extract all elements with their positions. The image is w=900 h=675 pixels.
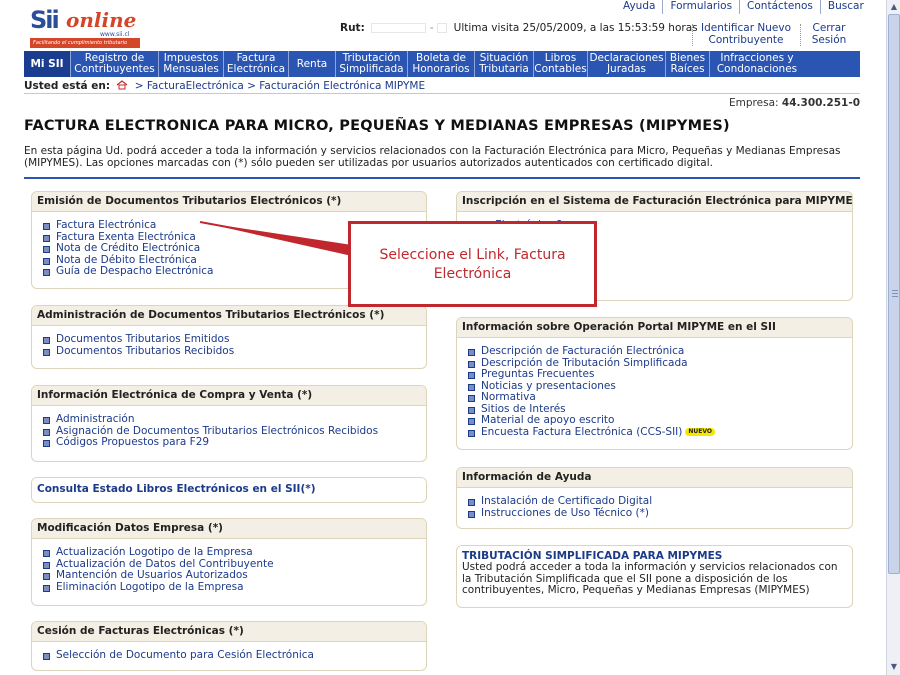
instruction-callout: Seleccione el Link, Factura Electrónica bbox=[348, 221, 597, 307]
empresa-info: Empresa: 44.300.251-0 bbox=[729, 97, 860, 109]
panel-title: Modificación Datos Empresa (*) bbox=[32, 519, 426, 539]
logo-brand2: online bbox=[66, 8, 137, 32]
link-descripcion-facturacion[interactable]: Descripción de Facturación Electrónica bbox=[468, 345, 852, 358]
link-instalacion-certificado[interactable]: Instalación de Certificado Digital bbox=[468, 495, 852, 508]
breadcrumb-label: Usted está en: bbox=[24, 80, 111, 92]
panel-title: Administración de Documentos Tributarios… bbox=[32, 306, 426, 326]
link-administracion[interactable]: Administración bbox=[43, 413, 426, 426]
panel-operacion: Información sobre Operación Portal MIPYM… bbox=[456, 317, 853, 450]
panel-administracion: Administración de Documentos Tributarios… bbox=[31, 305, 427, 369]
divider bbox=[800, 24, 801, 46]
panel-ayuda: Información de Ayuda Instalación de Cert… bbox=[456, 467, 853, 529]
divider bbox=[692, 24, 693, 46]
logo-url: www.sii.cl bbox=[100, 31, 130, 38]
nav-impuestos[interactable]: Impuestos Mensuales bbox=[158, 51, 223, 77]
top-links: Ayuda Formularios Contáctenos Buscar bbox=[616, 0, 871, 14]
link-normativa[interactable]: Normativa bbox=[468, 391, 852, 404]
link-documentos-emitidos[interactable]: Documentos Tributarios Emitidos bbox=[43, 333, 426, 346]
empresa-label: Empresa: bbox=[729, 97, 779, 109]
home-icon[interactable] bbox=[116, 80, 128, 90]
top-link-contactenos[interactable]: Contáctenos bbox=[739, 0, 820, 14]
page: Sii online www.sii.cl Facilitando el cum… bbox=[0, 0, 900, 675]
sii-online-logo[interactable]: Sii online www.sii.cl Facilitando el cum… bbox=[30, 6, 140, 48]
scroll-down-icon[interactable]: ▼ bbox=[888, 661, 900, 673]
nav-situacion-tributaria[interactable]: Situación Tributaria bbox=[474, 51, 533, 77]
link-encuesta-label[interactable]: Encuesta Factura Electrónica (CCS-SII) bbox=[481, 426, 682, 438]
nav-tributacion-simplificada[interactable]: Tributación Simplificada bbox=[335, 51, 407, 77]
link-instrucciones-uso[interactable]: Instrucciones de Uso Técnico (*) bbox=[468, 507, 852, 520]
rut-dv-redacted bbox=[436, 23, 447, 33]
page-title: FACTURA ELECTRONICA PARA MICRO, PEQUEÑAS… bbox=[24, 118, 730, 134]
link-encuesta[interactable]: Encuesta Factura Electrónica (CCS-SII) NU… bbox=[468, 426, 852, 439]
tributacion-simplificada-text: Usted podrá acceder a toda la informació… bbox=[462, 561, 838, 596]
breadcrumb-path[interactable]: > FacturaElectrónica > Facturación Elect… bbox=[135, 80, 425, 92]
panel-title: Cesión de Facturas Electrónicas (*) bbox=[32, 622, 426, 642]
scrollbar-thumb[interactable] bbox=[888, 14, 900, 574]
link-mantencion-usuarios[interactable]: Mantención de Usuarios Autorizados bbox=[43, 569, 426, 582]
breadcrumb: Usted está en: > FacturaElectrónica > Fa… bbox=[24, 80, 860, 94]
identify-taxpayer-link[interactable]: Identificar Nuevo Contribuyente bbox=[696, 22, 796, 46]
nav-boleta-honorarios[interactable]: Boleta de Honorarios bbox=[407, 51, 474, 77]
nav-infracciones[interactable]: Infracciones y Condonaciones bbox=[709, 51, 804, 77]
link-noticias[interactable]: Noticias y presentaciones bbox=[468, 380, 852, 393]
logout-link[interactable]: Cerrar Sesión bbox=[806, 22, 852, 46]
new-badge: NUEVO bbox=[685, 427, 716, 436]
panel-title: Información de Ayuda bbox=[457, 468, 852, 488]
top-link-buscar[interactable]: Buscar bbox=[819, 0, 871, 14]
link-consulta-libros[interactable]: Consulta Estado Libros Electrónicos en e… bbox=[32, 478, 426, 498]
page-intro: En esta página Ud. podrá acceder a toda … bbox=[24, 145, 841, 169]
panel-libros: Consulta Estado Libros Electrónicos en e… bbox=[31, 477, 427, 503]
panel-modificacion: Modificación Datos Empresa (*) Actualiza… bbox=[31, 518, 427, 606]
nav-renta[interactable]: Renta bbox=[288, 51, 335, 77]
nav-factura-electronica[interactable]: Factura Electrónica bbox=[223, 51, 288, 77]
grip-icon bbox=[892, 296, 898, 297]
link-eliminacion-logotipo[interactable]: Eliminación Logotipo de la Empresa bbox=[43, 581, 426, 594]
panel-title: Información sobre Operación Portal MIPYM… bbox=[457, 318, 852, 338]
link-documentos-recibidos[interactable]: Documentos Tributarios Recibidos bbox=[43, 345, 426, 358]
panel-cesion: Cesión de Facturas Electrónicas (*) Sele… bbox=[31, 621, 427, 671]
user-info: Rut: - Ultima visita 25/05/2009, a las 1… bbox=[340, 22, 698, 34]
link-actualizacion-logotipo[interactable]: Actualización Logotipo de la Empresa bbox=[43, 546, 426, 559]
panel-tributacion-simplificada: TRIBUTACIÓN SIMPLIFICADA PARA MIPYMES Us… bbox=[456, 545, 853, 608]
nav-mi-sii[interactable]: Mi SII bbox=[24, 51, 70, 77]
rut-value-redacted bbox=[371, 23, 427, 33]
top-link-formularios[interactable]: Formularios bbox=[662, 0, 739, 14]
vertical-scrollbar[interactable]: ▲ ▼ bbox=[886, 0, 900, 675]
panel-compra-venta: Información Electrónica de Compra y Vent… bbox=[31, 385, 427, 462]
logo-tagline: Facilitando el cumplimiento tributario bbox=[30, 38, 140, 48]
link-preguntas-frecuentes[interactable]: Preguntas Frecuentes bbox=[468, 368, 852, 381]
panel-title: Información Electrónica de Compra y Vent… bbox=[32, 386, 426, 406]
link-seleccion-cesion[interactable]: Selección de Documento para Cesión Elect… bbox=[43, 649, 426, 662]
main-nav: Mi SII Registro de Contribuyentes Impues… bbox=[24, 51, 860, 77]
scroll-up-icon[interactable]: ▲ bbox=[888, 1, 900, 13]
nav-bienes-raices[interactable]: Bienes Raíces bbox=[665, 51, 709, 77]
callout-text: Seleccione el Link, Factura Electrónica bbox=[379, 247, 566, 282]
logo-brand: Sii bbox=[30, 6, 60, 34]
divider bbox=[24, 177, 860, 179]
rut-label: Rut: bbox=[340, 22, 365, 34]
panel-title: Emisión de Documentos Tributarios Electr… bbox=[32, 192, 426, 212]
last-visit: Ultima visita 25/05/2009, a las 15:53:59… bbox=[453, 22, 698, 34]
grip-icon bbox=[892, 290, 898, 291]
panel-title: Inscripción en el Sistema de Facturación… bbox=[457, 192, 852, 212]
top-link-ayuda[interactable]: Ayuda bbox=[616, 0, 662, 14]
link-tributacion-simplificada[interactable]: TRIBUTACIÓN SIMPLIFICADA PARA MIPYMES bbox=[457, 546, 852, 562]
nav-declaraciones-juradas[interactable]: Declaraciones Juradas bbox=[587, 51, 665, 77]
link-codigos-f29[interactable]: Códigos Propuestos para F29 bbox=[43, 436, 426, 449]
nav-registro[interactable]: Registro de Contribuyentes bbox=[70, 51, 158, 77]
nav-libros-contables[interactable]: Libros Contables bbox=[533, 51, 587, 77]
grip-icon bbox=[892, 293, 898, 294]
empresa-value: 44.300.251-0 bbox=[781, 97, 860, 109]
